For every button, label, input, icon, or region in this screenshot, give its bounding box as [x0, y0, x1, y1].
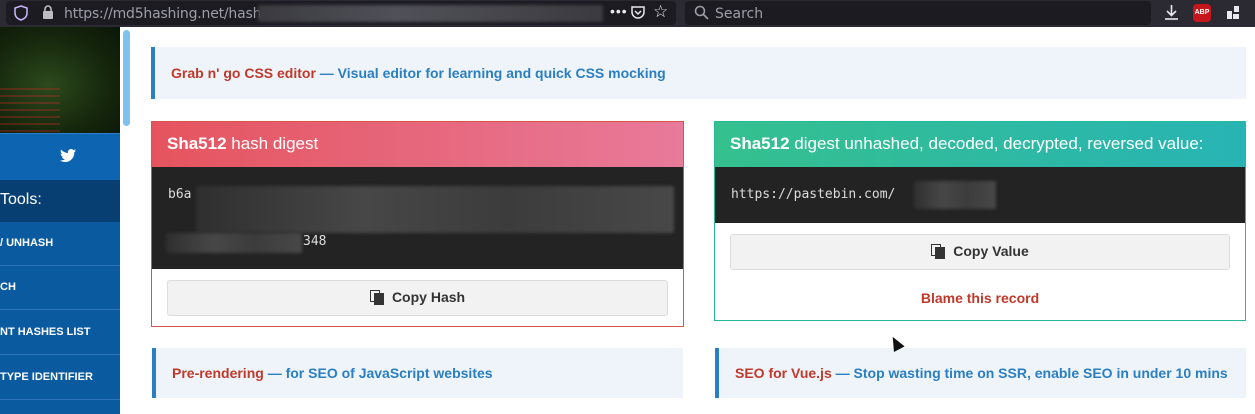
- ad-banner-seo-vue[interactable]: SEO for Vue.js — Stop wasting time on SS…: [715, 348, 1246, 398]
- hash-digest-value[interactable]: b6a 348: [152, 167, 683, 269]
- copy-icon: [369, 290, 384, 305]
- tools-heading-label: Tools:: [0, 191, 42, 208]
- lock-icon[interactable]: [42, 5, 54, 22]
- browser-toolbar: https://md5hashing.net/hash/ ••• ☆ Searc…: [0, 0, 1255, 27]
- ad-banner-css-editor[interactable]: Grab n' go CSS editor — Visual editor fo…: [151, 47, 1246, 99]
- sidebar-item-recent-hashes[interactable]: NT HASHES LIST: [0, 311, 120, 355]
- reversed-value[interactable]: https://pastebin.com/: [715, 167, 1245, 223]
- sidebar-banner-image: [0, 27, 120, 133]
- copy-value-label: Copy Value: [953, 243, 1029, 259]
- twitter-link[interactable]: [0, 133, 120, 181]
- sidebar-item-label: NT HASHES LIST: [0, 326, 91, 338]
- twitter-icon: [60, 149, 76, 167]
- sidebar-item-label: TYPE IDENTIFIER: [0, 371, 93, 383]
- ad-title[interactable]: Grab n' go CSS editor: [171, 65, 316, 81]
- ad-description[interactable]: — for SEO of JavaScript websites: [264, 365, 493, 381]
- adblock-plus-icon[interactable]: ABP: [1193, 4, 1211, 22]
- value-panel-title: digest unhashed, decoded, decrypted, rev…: [789, 134, 1204, 153]
- ad-title[interactable]: SEO for Vue.js: [735, 365, 832, 381]
- redacted-hash: [196, 186, 674, 233]
- bookmark-star-icon[interactable]: ☆: [653, 3, 668, 20]
- left-sidebar: Tools: / UNHASH CH NT HASHES LIST TYPE I…: [0, 27, 120, 414]
- hash-end: 348: [303, 234, 327, 249]
- sidebar-item-label: / UNHASH: [0, 237, 54, 249]
- ad-description[interactable]: — Visual editor for learning and quick C…: [316, 65, 666, 81]
- shield-icon[interactable]: [14, 5, 28, 23]
- ad-banner-prerendering[interactable]: Pre-rendering — for SEO of JavaScript we…: [152, 348, 683, 398]
- hash-algorithm: Sha512: [167, 134, 227, 153]
- value-algorithm: Sha512: [730, 134, 790, 153]
- sidebar-item-search[interactable]: CH: [0, 266, 120, 310]
- copy-value-button[interactable]: Copy Value: [730, 234, 1230, 270]
- sidebar-item-hash-unhash[interactable]: / UNHASH: [0, 222, 120, 266]
- copy-icon: [931, 244, 946, 259]
- redacted-value: [914, 181, 996, 209]
- hash-panel-title: hash digest: [226, 134, 319, 153]
- redacted-hash: [166, 233, 302, 253]
- address-bar[interactable]: https://md5hashing.net/hash/ ••• ☆: [6, 1, 676, 25]
- ad-title[interactable]: Pre-rendering: [172, 365, 264, 381]
- hash-digest-panel: Sha512 hash digest b6a 348 Copy Hash: [151, 121, 684, 327]
- sidebar-item-hash-type-identifier[interactable]: TYPE IDENTIFIER: [0, 356, 120, 400]
- search-bar[interactable]: Search: [685, 1, 1151, 25]
- ad-description[interactable]: — Stop wasting time on SSR, enable SEO i…: [832, 365, 1228, 381]
- tools-heading: Tools:: [0, 180, 120, 222]
- reversed-value-panel: Sha512 digest unhashed, decoded, decrypt…: [714, 121, 1246, 321]
- value-panel-header: Sha512 digest unhashed, decoded, decrypt…: [715, 122, 1245, 167]
- sidebar-item-label: CH: [0, 281, 16, 293]
- page-scrollbar[interactable]: [123, 30, 130, 126]
- copy-hash-label: Copy Hash: [391, 289, 466, 305]
- more-dots-icon[interactable]: •••: [610, 4, 628, 18]
- copy-hash-button[interactable]: Copy Hash: [167, 280, 668, 316]
- banner-pattern: [0, 84, 60, 132]
- extensions-icon[interactable]: [1226, 5, 1241, 22]
- search-placeholder: Search: [715, 6, 764, 22]
- blame-record-link[interactable]: Blame this record: [715, 290, 1245, 306]
- pocket-icon[interactable]: [630, 5, 646, 22]
- hash-panel-header: Sha512 hash digest: [152, 122, 683, 167]
- url-text[interactable]: https://md5hashing.net/hash/: [64, 6, 266, 22]
- hash-start: b6a: [168, 187, 192, 202]
- value-prefix: https://pastebin.com/: [731, 187, 896, 202]
- download-icon[interactable]: [1164, 4, 1179, 23]
- search-icon: [694, 5, 709, 22]
- redacted-url-segment: [258, 5, 603, 22]
